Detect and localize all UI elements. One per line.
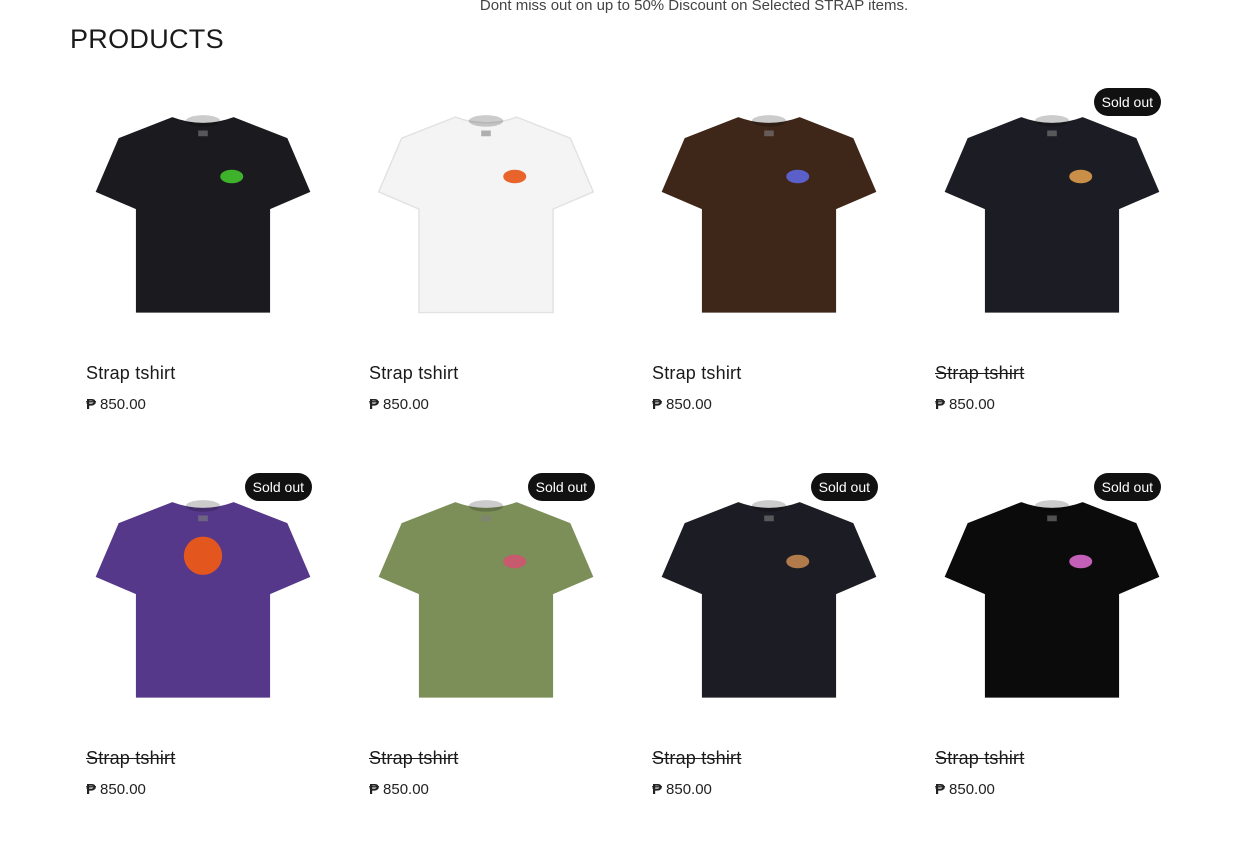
shirt-logo bbox=[786, 169, 810, 184]
sold-out-badge: Sold out bbox=[1093, 473, 1161, 501]
shirt-body bbox=[95, 117, 311, 313]
product-image[interactable] bbox=[919, 80, 1185, 342]
shirt-logo bbox=[503, 169, 527, 184]
product-image[interactable] bbox=[636, 80, 902, 342]
product-image[interactable] bbox=[70, 80, 336, 342]
tshirt-icon bbox=[95, 500, 311, 698]
sold-out-badge: Sold out bbox=[527, 473, 595, 501]
shirt-body bbox=[377, 116, 595, 314]
tshirt-icon bbox=[95, 115, 311, 313]
product-name[interactable]: Strap tshirt bbox=[369, 748, 458, 769]
shirt-body bbox=[944, 502, 1160, 698]
product-name[interactable]: Strap tshirt bbox=[86, 363, 175, 384]
sold-out-badge: Sold out bbox=[1093, 88, 1161, 116]
product-price: ₱ 850.00 bbox=[369, 781, 429, 798]
sold-out-badge: Sold out bbox=[244, 473, 312, 501]
price-value: 850.00 bbox=[383, 396, 429, 413]
product-image[interactable] bbox=[70, 465, 336, 727]
shirt-logo bbox=[1069, 554, 1093, 569]
currency-symbol: ₱ bbox=[86, 781, 97, 798]
shirt-body bbox=[378, 502, 594, 698]
tshirt-icon bbox=[661, 500, 877, 698]
product-card[interactable]: Sold out Strap tshirt ₱ 850.00 bbox=[919, 80, 1185, 440]
shirt-logo bbox=[1069, 169, 1093, 184]
price-value: 850.00 bbox=[949, 781, 995, 798]
price-value: 850.00 bbox=[949, 396, 995, 413]
currency-symbol: ₱ bbox=[652, 781, 663, 798]
product-card[interactable]: Strap tshirt ₱ 850.00 bbox=[636, 80, 902, 440]
price-value: 850.00 bbox=[100, 396, 146, 413]
currency-symbol: ₱ bbox=[935, 396, 946, 413]
price-value: 850.00 bbox=[100, 781, 146, 798]
product-price: ₱ 850.00 bbox=[86, 781, 146, 798]
product-price: ₱ 850.00 bbox=[935, 781, 995, 798]
product-price: ₱ 850.00 bbox=[935, 396, 995, 413]
product-price: ₱ 850.00 bbox=[652, 396, 712, 413]
product-card[interactable]: Sold out Strap tshirt ₱ 850.00 bbox=[70, 465, 336, 825]
currency-symbol: ₱ bbox=[652, 396, 663, 413]
product-image[interactable] bbox=[353, 80, 619, 342]
product-name[interactable]: Strap tshirt bbox=[86, 748, 175, 769]
price-value: 850.00 bbox=[666, 396, 712, 413]
product-price: ₱ 850.00 bbox=[652, 781, 712, 798]
tshirt-icon bbox=[377, 115, 595, 314]
sold-out-badge: Sold out bbox=[810, 473, 878, 501]
product-price: ₱ 850.00 bbox=[369, 396, 429, 413]
product-name[interactable]: Strap tshirt bbox=[652, 363, 741, 384]
currency-symbol: ₱ bbox=[935, 781, 946, 798]
product-image[interactable] bbox=[919, 465, 1185, 727]
shirt-logo bbox=[786, 554, 810, 569]
promo-banner: Dont miss out on up to 50% Discount on S… bbox=[479, 0, 909, 14]
product-name[interactable]: Strap tshirt bbox=[935, 748, 1024, 769]
tshirt-icon bbox=[944, 500, 1160, 698]
product-card[interactable]: Sold out Strap tshirt ₱ 850.00 bbox=[919, 465, 1185, 825]
currency-symbol: ₱ bbox=[369, 396, 380, 413]
product-card[interactable]: Sold out Strap tshirt ₱ 850.00 bbox=[636, 465, 902, 825]
shirt-body bbox=[95, 502, 311, 698]
tshirt-icon bbox=[944, 115, 1160, 313]
tshirt-icon bbox=[378, 500, 594, 698]
shirt-logo bbox=[503, 554, 527, 569]
shirt-body bbox=[661, 502, 877, 698]
shirt-body bbox=[661, 117, 877, 313]
price-value: 850.00 bbox=[383, 781, 429, 798]
shirt-logo bbox=[183, 536, 223, 575]
tshirt-icon bbox=[661, 115, 877, 313]
price-value: 850.00 bbox=[666, 781, 712, 798]
product-image[interactable] bbox=[353, 465, 619, 727]
product-name[interactable]: Strap tshirt bbox=[935, 363, 1024, 384]
product-price: ₱ 850.00 bbox=[86, 396, 146, 413]
product-image[interactable] bbox=[636, 465, 902, 727]
product-card[interactable]: Strap tshirt ₱ 850.00 bbox=[70, 80, 336, 440]
product-name[interactable]: Strap tshirt bbox=[369, 363, 458, 384]
product-card[interactable]: Strap tshirt ₱ 850.00 bbox=[353, 80, 619, 440]
shirt-logo bbox=[220, 169, 244, 184]
currency-symbol: ₱ bbox=[369, 781, 380, 798]
product-name[interactable]: Strap tshirt bbox=[652, 748, 741, 769]
product-card[interactable]: Sold out Strap tshirt ₱ 850.00 bbox=[353, 465, 619, 825]
section-title: PRODUCTS bbox=[70, 24, 224, 54]
shirt-body bbox=[944, 117, 1160, 313]
currency-symbol: ₱ bbox=[86, 396, 97, 413]
